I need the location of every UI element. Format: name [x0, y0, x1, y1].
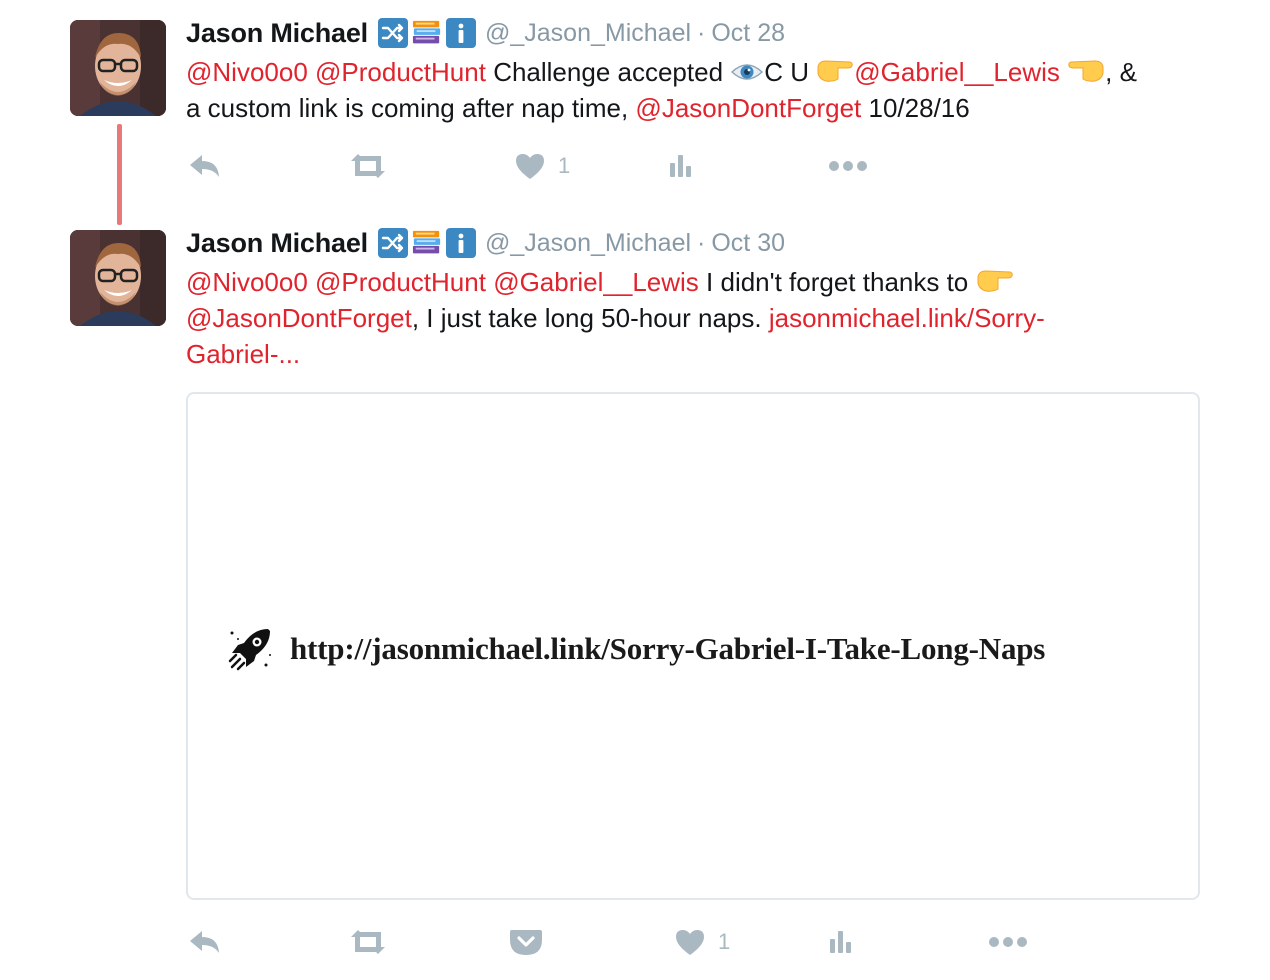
tweet-actions: 1 — [186, 146, 1186, 186]
author-handle[interactable]: @_Jason_Michael — [485, 19, 691, 48]
card-url-text: http://jasonmichael.link/Sorry-Gabriel-I… — [290, 631, 1046, 666]
tweet-header: Jason Michael @_Jason_Michael · Oct 30 — [186, 223, 785, 263]
tweet-header: Jason Michael @_Jason_Michael · Oct 28 — [186, 13, 785, 53]
mention-link[interactable]: @Nivo0o0 — [186, 57, 308, 87]
tweet-text-line: @Nivo0o0 @ProductHunt @Gabriel__Lewis I … — [186, 264, 1014, 302]
mention-link[interactable]: @Nivo0o0 — [186, 267, 308, 297]
retweet-icon — [351, 154, 385, 178]
pocket-icon — [510, 930, 542, 955]
analytics-button[interactable] — [828, 922, 854, 962]
reply-icon — [190, 155, 219, 177]
tweet-actions: 1 — [186, 922, 1186, 962]
tweet-text: C U — [764, 57, 810, 87]
tweet-timestamp[interactable]: Oct 28 — [711, 19, 785, 48]
mention-link[interactable]: @Gabriel__Lewis — [493, 267, 699, 297]
mention-link[interactable]: @Gabriel__Lewis — [854, 57, 1060, 87]
card-content: http://jasonmichael.link/Sorry-Gabriel-I… — [226, 624, 1045, 674]
tweet-text: Challenge accepted — [493, 57, 724, 87]
books-icon — [412, 18, 442, 48]
pointing-right-icon — [976, 266, 1014, 302]
reply-button[interactable] — [188, 922, 222, 962]
info-icon — [445, 18, 476, 48]
author-name[interactable]: Jason Michael — [186, 228, 368, 259]
name-emoji-badges — [377, 228, 476, 258]
name-emoji-badges — [377, 18, 476, 48]
author-handle[interactable]: @_Jason_Michael — [485, 229, 691, 258]
heart-icon — [516, 154, 544, 179]
like-count: 1 — [718, 929, 731, 954]
tweet-text: , I just take long 50-hour naps. — [411, 303, 762, 333]
like-count: 1 — [558, 153, 571, 178]
tweet-text-line: @Nivo0o0 @ProductHunt Challenge accepted… — [186, 54, 1137, 92]
analytics-icon — [830, 931, 851, 953]
tweet-text-line: @JasonDontForget, I just take long 50-ho… — [186, 300, 1045, 336]
heart-icon — [676, 930, 704, 955]
more-icon — [989, 937, 1027, 947]
tweet-text: 10/28/16 — [868, 93, 970, 123]
mention-link[interactable]: @JasonDontForget — [186, 303, 412, 333]
retweet-button[interactable] — [348, 146, 388, 186]
link-preview-card[interactable]: http://jasonmichael.link/Sorry-Gabriel-I… — [186, 392, 1200, 900]
more-button[interactable] — [828, 146, 868, 186]
mention-link[interactable]: @JasonDontForget — [635, 93, 861, 123]
tweet-text: a custom link is coming after nap time, — [186, 93, 629, 123]
shuffle-icon — [377, 18, 408, 48]
analytics-icon — [670, 155, 691, 177]
tweet-timestamp[interactable]: Oct 30 — [711, 229, 785, 258]
like-button[interactable]: 1 — [514, 146, 570, 186]
tweet-text-line: a custom link is coming after nap time, … — [186, 90, 970, 126]
url-link[interactable]: Gabriel-... — [186, 339, 300, 369]
retweet-button[interactable] — [348, 922, 388, 962]
more-button[interactable] — [988, 922, 1028, 962]
meta-separator: · — [697, 18, 706, 47]
more-icon — [829, 161, 867, 171]
like-button[interactable]: 1 — [674, 922, 730, 962]
thread-connector-line — [117, 124, 122, 225]
url-link[interactable]: jasonmichael.link/Sorry- — [769, 303, 1045, 333]
tweet-text: I didn't forget thanks to — [706, 267, 969, 297]
eye-icon — [730, 56, 764, 92]
mention-link[interactable]: @ProductHunt — [315, 57, 486, 87]
tweet-text-line: Gabriel-... — [186, 336, 300, 372]
analytics-button[interactable] — [668, 146, 694, 186]
books-icon — [412, 228, 442, 258]
meta-separator: · — [697, 228, 706, 257]
pointing-right-icon — [816, 56, 854, 92]
info-icon — [445, 228, 476, 258]
pocket-button[interactable] — [509, 922, 543, 962]
shuffle-icon — [377, 228, 408, 258]
avatar[interactable] — [70, 230, 166, 326]
reply-button[interactable] — [188, 146, 222, 186]
avatar[interactable] — [70, 20, 166, 116]
reply-icon — [190, 931, 219, 953]
pointing-left-icon — [1067, 56, 1105, 92]
mention-link[interactable]: @ProductHunt — [315, 267, 486, 297]
retweet-icon — [351, 930, 385, 954]
rocket-icon — [228, 629, 271, 671]
author-name[interactable]: Jason Michael — [186, 18, 368, 49]
tweet-text: , & — [1105, 57, 1137, 87]
